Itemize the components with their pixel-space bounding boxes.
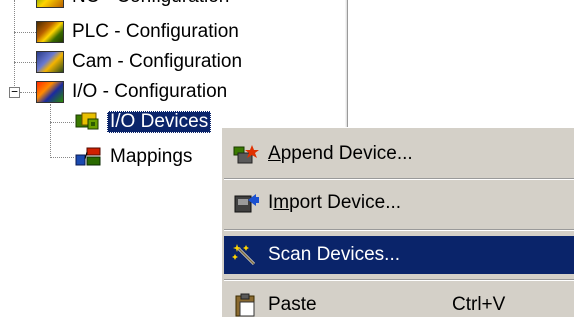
tree-line bbox=[50, 122, 74, 123]
scan-devices-icon bbox=[232, 242, 260, 268]
menu-item-append-device[interactable]: Append Device... bbox=[224, 135, 574, 173]
tree-item-label: NC - Configuration bbox=[69, 0, 232, 8]
menu-item-paste[interactable]: Paste Ctrl+V bbox=[224, 286, 574, 324]
tree-item-label: PLC - Configuration bbox=[72, 21, 239, 42]
menu-item-label: Scan Devices... bbox=[268, 244, 400, 265]
tree-item-nc-configuration[interactable]: NC - Configuration bbox=[36, 0, 232, 9]
mappings-icon bbox=[74, 146, 102, 168]
tree-item-io-configuration[interactable]: I/O - Configuration bbox=[36, 80, 230, 104]
tree-item-label: Cam - Configuration bbox=[72, 51, 243, 72]
append-device-icon bbox=[232, 141, 260, 167]
tree-item-label: I/O - Configuration bbox=[72, 81, 228, 102]
io-devices-icon bbox=[74, 111, 102, 133]
import-device-icon bbox=[232, 190, 260, 216]
tree-item-mappings[interactable]: Mappings bbox=[74, 145, 195, 169]
plc-config-icon bbox=[36, 21, 64, 43]
tree-item-io-devices[interactable]: I/O Devices bbox=[74, 110, 212, 134]
io-config-icon bbox=[36, 81, 64, 103]
collapse-toggle-icon[interactable]: − bbox=[9, 86, 20, 98]
cam-config-icon bbox=[36, 51, 64, 73]
tree-line bbox=[14, 32, 36, 33]
menu-item-label: Append Device... bbox=[268, 143, 413, 164]
menu-item-import-device[interactable]: Import Device... bbox=[224, 184, 574, 222]
menu-item-label: Paste bbox=[268, 294, 317, 315]
tree-line bbox=[50, 157, 74, 158]
tree-line bbox=[50, 104, 51, 158]
tree-line bbox=[14, 62, 36, 63]
context-menu: Append Device... Import Device... Scan D… bbox=[221, 127, 574, 317]
menu-item-scan-devices[interactable]: Scan Devices... bbox=[224, 236, 574, 274]
tree-item-cam-configuration[interactable]: Cam - Configuration bbox=[36, 50, 245, 74]
menu-separator bbox=[224, 229, 574, 231]
tree-line bbox=[14, 0, 15, 88]
menu-item-label: Import Device... bbox=[268, 192, 402, 213]
tree-item-plc-configuration[interactable]: PLC - Configuration bbox=[36, 20, 242, 44]
tree-item-label: I/O Devices bbox=[107, 111, 212, 133]
tree-line bbox=[20, 92, 36, 93]
paste-icon bbox=[232, 292, 260, 318]
menu-separator bbox=[224, 178, 574, 180]
menu-separator bbox=[224, 279, 574, 281]
menu-item-shortcut: Ctrl+V bbox=[452, 294, 506, 315]
tree-item-label: Mappings bbox=[110, 146, 193, 167]
nc-config-icon bbox=[36, 0, 64, 8]
